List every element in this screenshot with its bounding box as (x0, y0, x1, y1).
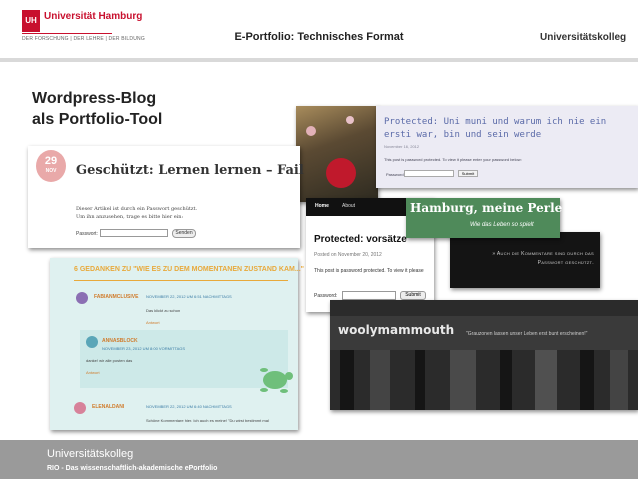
header (0, 0, 638, 60)
nav-home-link[interactable]: Home (315, 203, 329, 209)
lantern-graphic (326, 158, 356, 188)
tree-graphic (580, 350, 594, 410)
reply-link[interactable]: Antwort (86, 370, 100, 375)
slide-title-line1: Wordpress-Blog (32, 90, 157, 107)
nav-about-link[interactable]: About (342, 203, 355, 209)
tree-graphic (370, 350, 390, 410)
comment-author[interactable]: ANNASBLOCK (102, 338, 138, 344)
university-name: Universität Hamburg (44, 11, 143, 22)
submit-button[interactable]: Submit (458, 170, 478, 177)
post-date: November 16, 2012 (384, 144, 420, 149)
post-title[interactable]: Protected: vorsätze (314, 234, 407, 245)
protected-notice: This post is password protected. To view… (314, 268, 424, 274)
footer-tagline: RIO - Das wissenschaftlich-akademische e… (47, 465, 218, 472)
comments-heading: 6 GEDANKEN ZU "WIE ES ZU DEM MOMENTANEN … (74, 266, 304, 273)
blog-title[interactable]: woolymammouth (338, 323, 454, 337)
protected-hint: Um ihn anzusehen, trage es bitte hier ei… (76, 214, 184, 220)
comment-date[interactable]: NOVEMBER 22, 2012 UM 6:51 NACHMITTAGS (146, 294, 232, 299)
password-input[interactable] (342, 291, 396, 300)
post-date-badge: 29 NOV (36, 150, 66, 182)
tree-graphic (535, 350, 557, 410)
comment-author[interactable]: ELENALDANI (92, 404, 124, 410)
blog-tagline: "Grauzonen lassen unser Leben erst bunt … (466, 331, 588, 337)
blog-header-photo (296, 106, 378, 202)
tree-graphic (500, 350, 512, 410)
comment-author[interactable]: FABIANMCLUSIVE (94, 294, 138, 300)
blog-title[interactable]: Hamburg, meine Perle (410, 201, 562, 215)
comment-text: Schöne Kommentare hier. Ich auch es mein… (146, 418, 269, 423)
header-divider (0, 58, 638, 62)
comments-protected-note: » Auch die Kommentare sind durch das Pas… (492, 251, 594, 266)
blossom-graphic (346, 116, 354, 124)
avatar (76, 292, 88, 304)
password-input[interactable] (404, 170, 454, 177)
comment-text: danke! wir alle posten das (86, 358, 133, 363)
submit-button[interactable]: Submit (400, 291, 426, 300)
comment-date[interactable]: NOVEMBER 22, 2012 UM 6:40 NACHMITTAGS (146, 404, 232, 409)
slide: UH Universität Hamburg DER FORSCHUNG | D… (0, 0, 638, 479)
blossom-graphic (306, 126, 316, 136)
avatar (74, 402, 86, 414)
university-logo-icon: UH (22, 10, 40, 32)
password-label: Passwort: (76, 231, 98, 237)
post-title[interactable]: Protected: Uni muni und warum ich nie ei… (384, 116, 632, 142)
avatar (86, 336, 98, 348)
tree-graphic (415, 350, 425, 410)
send-button[interactable]: Senden (172, 229, 196, 238)
post-title[interactable]: Geschützt: Lernen lernen – Fail (76, 163, 304, 178)
blog-tagline: Wie das Leben so spielt (470, 222, 534, 228)
slide-title-line2: als Portfolio-Tool (32, 111, 163, 128)
reply-link[interactable]: Antwort (146, 320, 160, 325)
header-brand: Universitätskolleg (540, 32, 627, 43)
tree-graphic (610, 350, 628, 410)
comments-divider (74, 280, 288, 281)
post-month: NOV (45, 168, 57, 174)
password-label: Password: (314, 293, 338, 299)
tree-graphic (340, 350, 354, 410)
comment-date[interactable]: NOVEMBER 23, 2012 UM 8:00 VORMITTAGS (102, 346, 185, 351)
slide-title: Wordpress-Blog als Portfolio-Tool (32, 88, 162, 130)
footer-brand: Universitätskolleg (47, 448, 134, 460)
password-input[interactable] (100, 229, 168, 237)
password-label: Password: (386, 172, 405, 177)
protected-notice: This post is password protected. To view… (384, 157, 522, 162)
comment-text: Das klickt zu schon (146, 308, 181, 313)
turtle-icon (260, 368, 293, 393)
tree-graphic (450, 350, 476, 410)
post-date: Posted on November 20, 2012 (314, 252, 382, 258)
protected-notice: Dieser Artikel ist durch ein Passwort ge… (76, 206, 198, 212)
